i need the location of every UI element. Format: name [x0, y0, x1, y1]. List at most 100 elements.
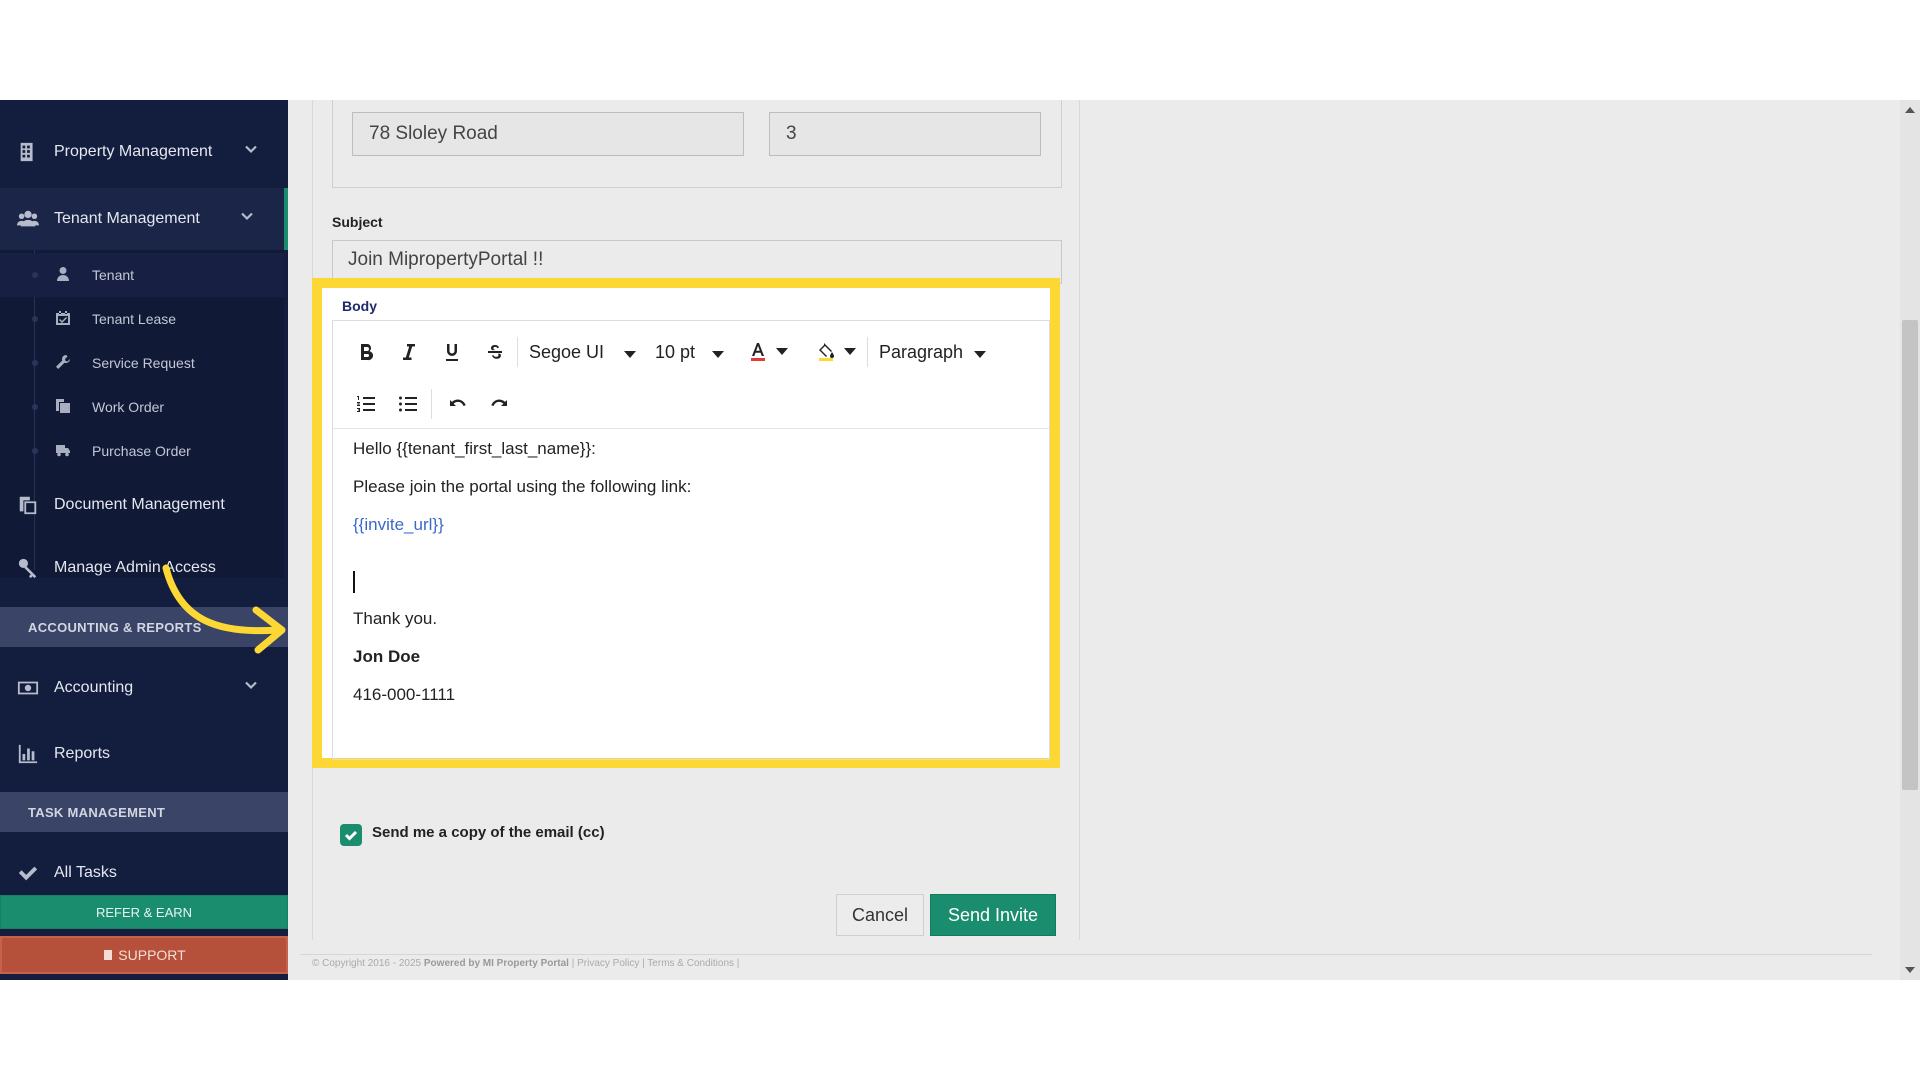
app-window: Property Management Tenant Management Te… [0, 100, 1920, 980]
documents-icon [0, 494, 54, 516]
sidebar-item-all-tasks[interactable]: All Tasks [0, 843, 288, 903]
copyright-text: © Copyright 2016 - 2025 [312, 958, 422, 969]
text-color-button[interactable] [743, 337, 773, 367]
thanks-line: Thank you. [353, 609, 438, 628]
scroll-down-arrow-icon[interactable] [1900, 960, 1920, 980]
font-family-value: Segoe UI [529, 341, 605, 362]
italic-icon [403, 344, 415, 360]
font-family-select[interactable]: Segoe UI [529, 337, 637, 367]
truck-icon [55, 442, 71, 461]
checkmark-icon [344, 830, 358, 841]
sidebar-subitem-label: Tenant Lease [92, 311, 177, 327]
footer-divider [300, 954, 1872, 955]
sidebar-item-label: Reports [54, 745, 111, 762]
user-icon [55, 266, 71, 285]
powered-by-link[interactable]: Powered by MI Property Portal [424, 958, 569, 969]
highlight-color-dropdown[interactable] [842, 343, 858, 359]
sidebar-item-accounting[interactable]: Accounting [0, 658, 288, 718]
sidebar: Property Management Tenant Management Te… [0, 100, 288, 980]
wrench-icon [55, 354, 71, 373]
bullet-dot [32, 316, 38, 322]
chevron-down-icon [240, 210, 254, 229]
sidebar-subitem-tenant[interactable]: Tenant [0, 253, 284, 297]
toolbar-separator [517, 337, 518, 367]
italic-button[interactable] [394, 337, 424, 367]
block-format-select[interactable]: Paragraph [879, 337, 987, 367]
undo-button[interactable] [442, 389, 472, 419]
sidebar-subitem-work-order[interactable]: Work Order [0, 385, 284, 429]
bullet-dot [32, 272, 38, 278]
sidebar-item-reports[interactable]: Reports [0, 724, 288, 784]
redo-button[interactable] [485, 389, 515, 419]
tutorial-arrow-icon [162, 564, 286, 654]
sidebar-item-label: Accounting [54, 679, 134, 696]
sidebar-item-label: Property Management [54, 143, 213, 160]
rich-text-editor: Segoe UI 10 pt Paragraph Hello {{tenant_… [332, 320, 1050, 760]
invite-link-placeholder[interactable]: {{invite_url}} [353, 515, 444, 535]
sidebar-subitem-purchase-order[interactable]: Purchase Order [0, 429, 284, 473]
strikethrough-button[interactable] [480, 337, 510, 367]
sidebar-item-label: Document Management [54, 496, 225, 513]
subject-label: Subject [332, 214, 383, 230]
font-size-select[interactable]: 10 pt [655, 337, 725, 367]
underline-icon [446, 344, 458, 361]
bar-chart-icon [0, 743, 54, 765]
cc-label: Send me a copy of the email (cc) [372, 824, 605, 841]
footer-links[interactable]: | Privacy Policy | Terms & Conditions | [572, 958, 740, 969]
bold-button[interactable] [351, 337, 381, 367]
caret-down-icon [776, 348, 788, 355]
bullet-list-button[interactable] [393, 389, 423, 419]
caret-down-icon [711, 345, 725, 366]
text-color-icon [751, 343, 765, 361]
chevron-down-icon [244, 143, 258, 162]
property-field[interactable]: 78 Sloley Road [352, 112, 744, 156]
cc-checkbox[interactable] [340, 824, 362, 846]
sidebar-subitem-tenant-lease[interactable]: Tenant Lease [0, 297, 284, 341]
text-color-dropdown[interactable] [774, 343, 790, 359]
vertical-scrollbar[interactable] [1900, 100, 1920, 980]
scroll-thumb[interactable] [1902, 320, 1918, 790]
sidebar-subitem-label: Tenant [92, 267, 135, 283]
sidebar-item-document-management[interactable]: Document Management [0, 475, 288, 535]
building-icon [0, 141, 54, 163]
numbered-list-button[interactable] [351, 389, 381, 419]
caret-down-icon [623, 345, 637, 366]
underline-button[interactable] [437, 337, 467, 367]
instruction-line: Please join the portal using the followi… [353, 477, 692, 496]
support-label: SUPPORT [118, 947, 186, 963]
greeting-line: Hello {{tenant_first_last_name}}: [353, 439, 596, 458]
users-icon [0, 208, 54, 230]
scroll-up-arrow-icon[interactable] [1900, 100, 1920, 120]
unit-number-field[interactable]: 3 [769, 112, 1041, 156]
bold-icon [361, 344, 374, 361]
send-invite-button[interactable]: Send Invite [930, 894, 1056, 936]
highlight-color-button[interactable] [811, 337, 841, 367]
sidebar-subitem-label: Purchase Order [92, 443, 191, 459]
check-icon [0, 862, 54, 884]
body-label: Body [342, 298, 377, 314]
toolbar-separator [867, 337, 868, 367]
sidebar-item-label: All Tasks [54, 864, 117, 881]
page-footer: © Copyright 2016 - 2025 Powered by MI Pr… [312, 958, 739, 969]
bullet-dot [32, 360, 38, 366]
sidebar-item-tenant-management[interactable]: Tenant Management [0, 188, 288, 250]
sidebar-subitem-label: Service Request [92, 355, 195, 371]
signature-name: Jon Doe [353, 647, 421, 666]
text-cursor [353, 571, 355, 593]
caret-down-icon [973, 345, 987, 366]
refer-earn-button[interactable]: REFER & EARN [0, 895, 288, 929]
signature-phone: 416-000-1111 [353, 685, 456, 704]
paint-bucket-icon [819, 343, 834, 361]
sidebar-subitem-label: Work Order [92, 399, 165, 415]
support-button[interactable]: SUPPORT [0, 936, 288, 974]
strikethrough-icon [488, 345, 502, 359]
font-size-value: 10 pt [655, 341, 696, 362]
redo-icon [491, 399, 507, 406]
section-heading-task-management: TASK MANAGEMENT [0, 792, 288, 832]
sidebar-subitem-service-request[interactable]: Service Request [0, 341, 284, 385]
cancel-button[interactable]: Cancel [836, 894, 924, 936]
editor-toolbar: Segoe UI 10 pt Paragraph [333, 321, 1049, 429]
sidebar-item-property-management[interactable]: Property Management [0, 122, 288, 182]
body-editor-panel: Body Segoe UI 10 pt Paragraph Hello {{te… [312, 278, 1060, 768]
bullet-dot [32, 404, 38, 410]
